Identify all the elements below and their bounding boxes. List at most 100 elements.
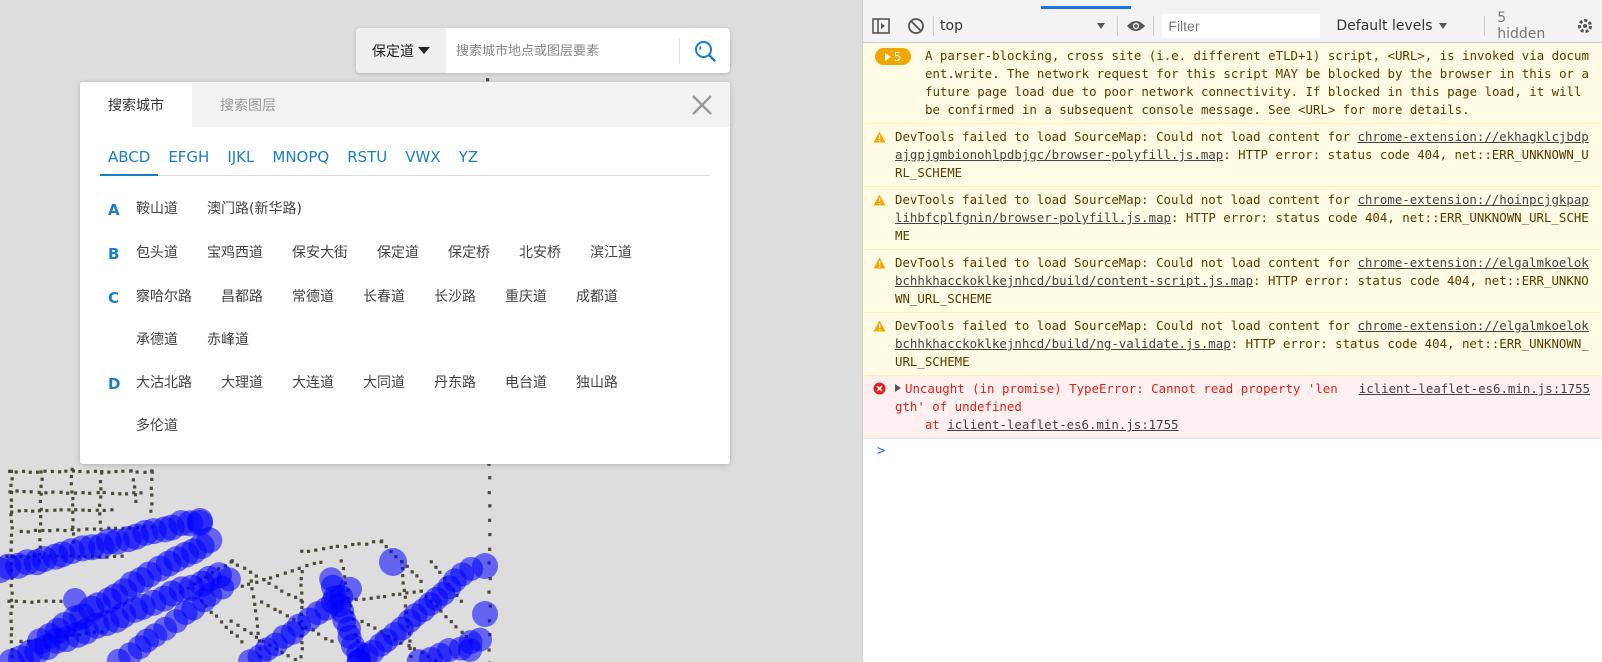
- console-toolbar: top Default levels 5 hidden: [863, 9, 1602, 43]
- city-item[interactable]: 察哈尔路: [136, 276, 192, 319]
- message-text: DevTools failed to load SourceMap: Could…: [895, 129, 1358, 144]
- console-warning: DevTools failed to load SourceMap: Could…: [863, 313, 1602, 376]
- group-letter: D: [108, 375, 121, 393]
- expand-triangle-icon[interactable]: [895, 384, 901, 392]
- message-text: DevTools failed to load SourceMap: Could…: [895, 255, 1358, 270]
- city-item[interactable]: 宝鸡西道: [207, 232, 263, 275]
- caret-down-icon: [1097, 22, 1106, 29]
- city-item[interactable]: 长沙路: [434, 276, 476, 319]
- warning-icon: [873, 256, 886, 274]
- console-messages: 5 A parser-blocking, cross site (i.e. dif…: [863, 43, 1602, 463]
- message-text: A parser-blocking, cross site (i.e. diff…: [925, 48, 1597, 117]
- city-item[interactable]: 保安大街: [292, 232, 348, 275]
- city-item[interactable]: 保定桥: [448, 232, 490, 275]
- error-stack-link[interactable]: iclient-leaflet-es6.min.js:1755: [947, 417, 1178, 432]
- error-icon: [873, 382, 886, 400]
- city-item[interactable]: 成都道: [576, 276, 618, 319]
- letter-tab-rstu[interactable]: RSTU: [339, 142, 395, 176]
- city-group: B 包头道 宝鸡西道 保安大街 保定道 保定桥 北安桥 滨江道: [108, 232, 710, 276]
- log-levels-dropdown[interactable]: Default levels: [1328, 18, 1484, 34]
- close-icon[interactable]: [690, 93, 714, 117]
- console-prompt[interactable]: >: [863, 439, 1602, 463]
- city-item[interactable]: 丹东路: [434, 362, 476, 405]
- city-item[interactable]: 承德道: [136, 319, 178, 362]
- message-text: DevTools failed to load SourceMap: Could…: [895, 318, 1358, 333]
- context-value: top: [940, 17, 963, 34]
- levels-label: Default levels: [1336, 17, 1433, 34]
- hidden-count: 5 hidden: [1497, 9, 1546, 42]
- city-list: A 鞍山道 澳门路(新华路) B 包头道 宝鸡西道 保安大街 保定道 保定桥 北安桥 滨江道 C 察哈尔…: [108, 188, 710, 448]
- city-item[interactable]: 鞍山道: [136, 188, 178, 231]
- gear-icon: [1577, 18, 1592, 33]
- console-warning: DevTools failed to load SourceMap: Could…: [863, 124, 1602, 187]
- error-source-link[interactable]: iclient-leaflet-es6.min.js:1755: [1359, 380, 1590, 398]
- city-search-panel: 搜索城市 搜索图层 ABCD EFGH IJKL MNOPQ RSTU VWX …: [80, 82, 730, 464]
- city-group: D 大沽北路 大理道 大连道 大同道 丹东路 电台道 独山路多伦道: [108, 362, 710, 448]
- city-dropdown[interactable]: 保定道: [356, 28, 446, 73]
- message-text: DevTools failed to load SourceMap: Could…: [895, 192, 1358, 207]
- context-selector[interactable]: top: [934, 9, 1117, 43]
- map-view[interactable]: 保定道 搜索城市 搜索图层 ABCD EFGH IJKL MNOPQ: [0, 0, 862, 662]
- search-input[interactable]: [446, 28, 679, 73]
- city-item[interactable]: 多伦道: [136, 405, 178, 448]
- message-count: 5: [893, 49, 902, 64]
- message-count-badge[interactable]: 5: [875, 48, 911, 65]
- group-cities: 大沽北路 大理道 大连道 大同道 丹东路 电台道 独山路多伦道: [136, 362, 696, 448]
- city-item[interactable]: 北安桥: [519, 232, 561, 275]
- tab-search-layer[interactable]: 搜索图层: [192, 82, 304, 127]
- city-group: C 察哈尔路 昌都路 常德道 长春道 长沙路 重庆道 成都道承德道 赤峰道: [108, 276, 710, 362]
- city-item[interactable]: 长春道: [363, 276, 405, 319]
- city-item[interactable]: 独山路: [576, 362, 618, 405]
- letter-tab-yz[interactable]: YZ: [451, 142, 486, 176]
- live-expression-button[interactable]: [1118, 9, 1153, 43]
- letter-tab-vwx[interactable]: VWX: [397, 142, 448, 176]
- city-item[interactable]: 昌都路: [221, 276, 263, 319]
- console-warning-group[interactable]: 5 A parser-blocking, cross site (i.e. dif…: [863, 43, 1602, 124]
- city-item[interactable]: 大连道: [292, 362, 334, 405]
- active-tab-indicator: [1041, 6, 1131, 9]
- city-group: A 鞍山道 澳门路(新华路): [108, 188, 710, 232]
- letter-tab-mnopq[interactable]: MNOPQ: [264, 142, 337, 176]
- panel-tabs: 搜索城市 搜索图层: [80, 82, 730, 127]
- city-item[interactable]: 澳门路(新华路): [207, 188, 302, 231]
- console-settings-button[interactable]: [1567, 9, 1602, 43]
- console-error: iclient-leaflet-es6.min.js:1755 Uncaught …: [863, 376, 1602, 439]
- tab-search-city[interactable]: 搜索城市: [80, 82, 192, 127]
- filter-input[interactable]: [1162, 13, 1321, 38]
- clear-console-button[interactable]: [898, 9, 933, 43]
- group-letter: C: [108, 289, 120, 307]
- console-warning: DevTools failed to load SourceMap: Could…: [863, 187, 1602, 250]
- block-icon: [907, 17, 924, 34]
- city-item[interactable]: 包头道: [136, 232, 178, 275]
- city-item[interactable]: 保定道: [377, 232, 419, 275]
- warning-icon: [873, 193, 886, 211]
- city-item[interactable]: 大同道: [363, 362, 405, 405]
- warning-icon: [873, 319, 886, 337]
- letter-tab-ijkl[interactable]: IJKL: [219, 142, 262, 176]
- expand-triangle-icon: [884, 48, 891, 66]
- city-item[interactable]: 常德道: [292, 276, 334, 319]
- city-item[interactable]: 重庆道: [505, 276, 547, 319]
- group-letter: A: [108, 201, 120, 219]
- warning-icon: [873, 130, 886, 148]
- city-item[interactable]: 电台道: [505, 362, 547, 405]
- city-dropdown-value: 保定道: [372, 43, 414, 60]
- city-item[interactable]: 滨江道: [590, 232, 632, 275]
- city-item[interactable]: 赤峰道: [207, 319, 249, 362]
- sidebar-toggle-button[interactable]: [863, 9, 898, 43]
- letter-tab-abcd[interactable]: ABCD: [100, 142, 159, 176]
- city-item[interactable]: 大理道: [221, 362, 263, 405]
- sidebar-icon: [871, 17, 890, 34]
- console-warning: DevTools failed to load SourceMap: Could…: [863, 250, 1602, 313]
- error-at: at: [895, 417, 948, 432]
- search-button[interactable]: [680, 28, 730, 73]
- eye-icon: [1126, 20, 1145, 31]
- group-cities: 包头道 宝鸡西道 保安大街 保定道 保定桥 北安桥 滨江道: [136, 232, 696, 275]
- group-cities: 鞍山道 澳门路(新华路): [136, 188, 696, 231]
- toolbar-separator: [1153, 15, 1155, 36]
- caret-down-icon: [418, 47, 430, 54]
- search-bar: 保定道: [356, 28, 730, 73]
- letter-tab-efgh[interactable]: EFGH: [160, 142, 217, 176]
- group-letter: B: [108, 245, 120, 263]
- city-item[interactable]: 大沽北路: [136, 362, 192, 405]
